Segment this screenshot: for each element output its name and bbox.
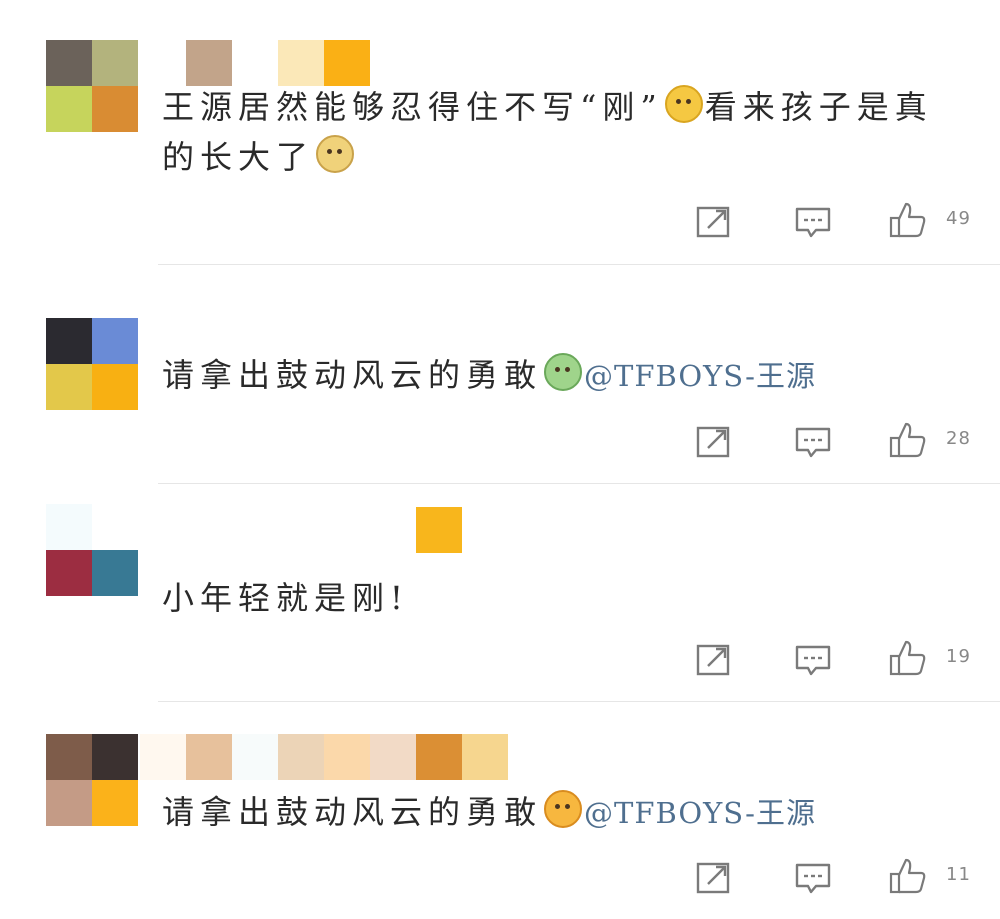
thumbs-up-icon[interactable] [888,856,928,896]
doge-emoji-icon [316,135,355,173]
thumbs-up-icon[interactable] [888,200,928,240]
comment-actions: 11 [0,856,1000,900]
thumbs-up-icon[interactable] [888,638,928,678]
comment-text: 请拿出鼓动风云的勇敢 @TFBOYS-王源 [162,350,962,401]
like-count: 19 [946,646,971,667]
avatar[interactable] [46,318,138,410]
comment-actions: 49 [0,200,1000,244]
comment-icon[interactable] [793,640,833,680]
thumbs-up-icon[interactable] [888,420,928,460]
comment-text: 小年轻就是刚! [162,573,962,623]
comment-icon[interactable] [793,202,833,242]
comment-actions: 28 [0,420,1000,464]
avatar[interactable] [46,504,138,596]
comment-text: 请拿出鼓动风云的勇敢 @TFBOYS-王源 [162,787,962,838]
divider [158,701,1000,702]
comment-item: 王源居然能够忍得住不写“刚” 看来孩子是真的长大了 49 [0,0,1000,266]
share-icon[interactable] [694,640,734,680]
share-icon[interactable] [694,202,734,242]
comment-text-part: 请拿出鼓动风云的勇敢 [162,793,543,831]
mention-link[interactable]: @TFBOYS-王源 [584,796,816,830]
username-mosaic[interactable] [416,507,462,553]
love-emoji-icon [544,790,583,828]
share-icon[interactable] [694,422,734,462]
avatar[interactable] [46,40,138,132]
username-mosaic[interactable] [186,40,370,86]
bottle-emoji-icon [544,353,583,391]
divider [158,264,1000,265]
avatar[interactable] [46,734,138,826]
username-mosaic[interactable] [140,734,508,780]
like-count: 28 [946,428,971,449]
mention-link[interactable]: @TFBOYS-王源 [584,359,816,393]
comment-icon[interactable] [793,858,833,898]
comment-text-part: 请拿出鼓动风云的勇敢 [162,356,543,394]
comment-icon[interactable] [793,422,833,462]
comment-text-part: 小年轻就是刚! [162,579,409,617]
like-count: 11 [946,864,971,885]
divider [158,483,1000,484]
share-icon[interactable] [694,858,734,898]
thinking-emoji-icon [664,85,703,123]
comment-text: 王源居然能够忍得住不写“刚” 看来孩子是真的长大了 [162,82,962,182]
comment-actions: 19 [0,638,1000,682]
comment-text-part: 王源居然能够忍得住不写“刚” [162,88,663,126]
like-count: 49 [946,208,971,229]
